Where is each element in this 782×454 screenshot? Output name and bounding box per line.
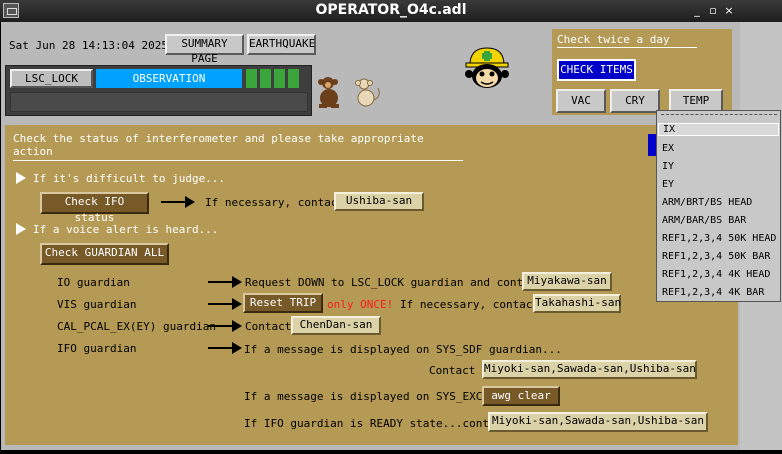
- status-indicator: [288, 69, 299, 88]
- if-necessary-contact-text: If necessary, contact: [205, 196, 345, 209]
- if-necessary-contact-text: If necessary, contact: [400, 298, 540, 311]
- cal-guardian-label: CAL_PCAL_EX(EY) guardian: [57, 320, 216, 333]
- lsc-lock-button[interactable]: LSC_LOCK: [10, 69, 93, 88]
- arrow-right-icon: [208, 342, 242, 354]
- close-button[interactable]: ×: [722, 3, 736, 18]
- contact-text: Contact: [245, 320, 292, 333]
- window-title: OPERATOR_O4c.adl: [315, 2, 467, 18]
- minimize-button[interactable]: _: [690, 3, 704, 18]
- io-request-text: Request DOWN to LSC_LOCK guardian and co…: [245, 276, 544, 289]
- arrow-right-icon: [208, 320, 242, 332]
- check-items-button[interactable]: CHECK ITEMS: [557, 59, 636, 81]
- action-panel-title: Check the status of interferometer and p…: [13, 132, 463, 161]
- cry-button[interactable]: CRY: [610, 89, 660, 113]
- maximize-button[interactable]: ▫: [706, 3, 720, 18]
- menu-item-ref-4k-head[interactable]: REF1,2,3,4 4K HEAD: [662, 269, 770, 280]
- contact-miyakawa-button[interactable]: Miyakawa-san: [522, 272, 612, 291]
- arrow-right-icon: [208, 298, 242, 310]
- observation-state[interactable]: OBSERVATION: [96, 69, 242, 88]
- status-indicator: [246, 69, 257, 88]
- guardian-status-panel: LSC_LOCK OBSERVATION: [5, 65, 312, 116]
- contact-ready-team-button[interactable]: Miyoki-san,Sawada-san,Ushiba-san: [488, 412, 708, 432]
- contact-ushiba-button[interactable]: Ushiba-san: [334, 192, 424, 211]
- check-guardian-all-button[interactable]: Check GUARDIAN ALL: [40, 243, 169, 265]
- message-bar: [10, 92, 308, 112]
- temp-dropdown-menu: IX EX IY EY ARM/BRT/BS HEAD ARM/BAR/BS B…: [656, 110, 781, 302]
- menu-item-ref-50k-head[interactable]: REF1,2,3,4 50K HEAD: [662, 233, 776, 244]
- menu-item-ix[interactable]: IX: [658, 123, 779, 136]
- awg-clear-button[interactable]: awg clear: [482, 386, 560, 406]
- difficult-judge-label: If it's difficult to judge...: [33, 172, 226, 185]
- menu-item-iy[interactable]: IY: [662, 161, 674, 172]
- exc-message-text: If a message is displayed on SYS_EXC...: [244, 390, 503, 403]
- bullet-triangle-icon: [16, 172, 26, 184]
- contact-takahashi-button[interactable]: Takahashi-san: [533, 294, 621, 313]
- datetime-display: Sat Jun 28 14:13:04 2025: [9, 39, 168, 52]
- menu-item-ref-50k-bar[interactable]: REF1,2,3,4 50K BAR: [662, 251, 770, 262]
- status-indicator: [260, 69, 271, 88]
- daily-check-panel: Check twice a day CHECK ITEMS VAC CRY TE…: [552, 29, 732, 115]
- vis-guardian-label: VIS guardian: [57, 298, 137, 311]
- mascot-icon: [465, 47, 509, 88]
- menu-item-arm-bar-bs-bar[interactable]: ARM/BAR/BS BAR: [662, 215, 746, 226]
- arrow-right-icon: [208, 276, 242, 288]
- only-once-warning: only ONCE!: [327, 298, 394, 311]
- status-indicator: [274, 69, 285, 88]
- title-bar: OPERATOR_O4c.adl _ ▫ ×: [0, 0, 782, 22]
- sdf-message-text: If a message is displayed on SYS_SDF gua…: [244, 343, 562, 356]
- menu-item-arm-brt-bs-head[interactable]: ARM/BRT/BS HEAD: [662, 197, 752, 208]
- menu-item-ey[interactable]: EY: [662, 179, 674, 190]
- menu-item-ex[interactable]: EX: [662, 143, 674, 154]
- daily-check-title: Check twice a day: [557, 33, 697, 48]
- summary-page-button[interactable]: SUMMARY PAGE: [165, 34, 244, 65]
- contact-sdf-team-button[interactable]: Miyoki-san,Sawada-san,Ushiba-san: [482, 360, 697, 379]
- earthquake-button[interactable]: EARTHQUAKE: [247, 34, 316, 55]
- bullet-triangle-icon: [16, 223, 26, 235]
- menu-item-ref-4k-bar[interactable]: REF1,2,3,4 4K BAR: [662, 287, 764, 298]
- contact-chendan-button[interactable]: ChenDan-san: [291, 316, 381, 335]
- voice-alert-label: If a voice alert is heard...: [33, 223, 219, 236]
- menu-tearoff[interactable]: [661, 114, 777, 120]
- contact-text: Contact: [429, 364, 476, 377]
- action-panel: Check the status of interferometer and p…: [5, 125, 738, 445]
- check-ifo-status-button[interactable]: Check IFO status: [40, 192, 149, 224]
- reset-trip-button[interactable]: Reset TRIP: [243, 293, 323, 313]
- monkeys-icon: [318, 77, 380, 108]
- ready-message-text: If IFO guardian is READY state...contact: [244, 417, 509, 430]
- io-guardian-label: IO guardian: [57, 276, 130, 289]
- arrow-right-icon: [161, 196, 195, 208]
- vac-button[interactable]: VAC: [556, 89, 606, 113]
- ifo-guardian-label: IFO guardian: [57, 342, 137, 355]
